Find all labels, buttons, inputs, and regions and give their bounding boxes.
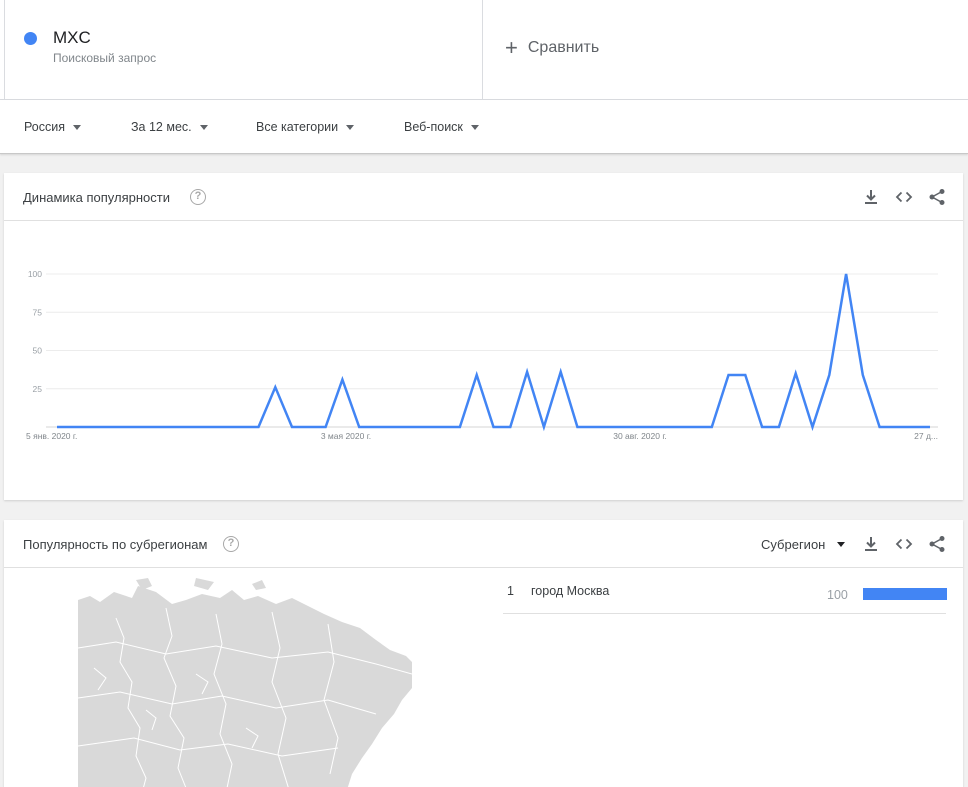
search-term-subtitle: Поисковый запрос	[53, 51, 157, 65]
subregion-row[interactable]: 1 город Москва 100	[503, 568, 947, 614]
caret-down-icon	[837, 542, 846, 547]
search-term-name[interactable]: MXC	[53, 28, 91, 48]
help-icon[interactable]: ?	[190, 189, 206, 205]
help-icon[interactable]: ?	[223, 536, 239, 552]
plus-icon: +	[505, 35, 518, 60]
download-icon[interactable]	[862, 188, 880, 206]
subregion-name[interactable]: город Москва	[531, 584, 609, 598]
share-icon[interactable]	[928, 535, 946, 553]
subregion-value: 100	[827, 588, 848, 602]
embed-icon[interactable]	[895, 188, 913, 206]
compare-button[interactable]: + Сравнить	[505, 35, 600, 60]
interest-card-title: Динамика популярности	[23, 190, 170, 205]
card-header: Популярность по субрегионам ? Субрегион	[4, 520, 963, 568]
region-filter[interactable]: Россия	[24, 120, 81, 134]
subregion-card-title: Популярность по субрегионам	[23, 537, 208, 552]
map-landmass	[78, 586, 412, 787]
subregion-map[interactable]	[76, 578, 412, 787]
search-term-bar: MXC Поисковый запрос + Сравнить	[0, 0, 968, 100]
caret-down-icon	[470, 124, 479, 130]
filter-bar: Россия За 12 мес. Все категории Веб-поис…	[0, 100, 968, 154]
x-tick-label: 27 д...	[914, 431, 938, 441]
search-type-filter[interactable]: Веб-поиск	[404, 120, 479, 134]
period-filter-label: За 12 мес.	[131, 120, 192, 134]
compare-label: Сравнить	[527, 39, 600, 56]
y-tick-label: 100	[28, 269, 42, 279]
share-icon[interactable]	[928, 188, 946, 206]
caret-down-icon	[73, 124, 81, 130]
download-icon[interactable]	[862, 535, 880, 553]
x-tick-label: 3 мая 2020 г.	[321, 431, 371, 441]
caret-down-icon	[199, 124, 208, 130]
interest-line-chart: 25 50 75 100 5 янв. 2020 г. 3 мая 2020 г. 30 а…	[26, 269, 938, 441]
card-header: Динамика популярности ?	[4, 173, 963, 221]
period-filter[interactable]: За 12 мес.	[131, 120, 208, 134]
caret-down-icon	[346, 124, 355, 130]
subregion-selector[interactable]: Субрегион	[761, 537, 846, 552]
y-tick-label: 75	[33, 307, 43, 317]
y-tick-label: 25	[33, 384, 43, 394]
subregion-value-bar	[863, 588, 947, 600]
search-type-filter-label: Веб-поиск	[404, 120, 463, 134]
y-tick-label: 50	[33, 346, 43, 356]
subregion-card: Популярность по субрегионам ? Субрегион	[4, 520, 963, 787]
category-filter-label: Все категории	[256, 120, 339, 134]
region-filter-label: Россия	[24, 120, 65, 134]
term-color-dot	[24, 32, 37, 45]
category-filter[interactable]: Все категории	[256, 120, 355, 134]
subregion-rank: 1	[507, 584, 514, 598]
x-tick-label: 5 янв. 2020 г.	[26, 431, 77, 441]
subregion-selector-label: Субрегион	[761, 537, 826, 552]
map-island	[136, 578, 266, 590]
interest-over-time-card: Динамика популярности ? 25 50 75 100 5 янв. …	[4, 173, 963, 500]
x-tick-label: 30 авг. 2020 г.	[613, 431, 667, 441]
search-term-box[interactable]: MXC Поисковый запрос	[4, 0, 483, 100]
embed-icon[interactable]	[895, 535, 913, 553]
